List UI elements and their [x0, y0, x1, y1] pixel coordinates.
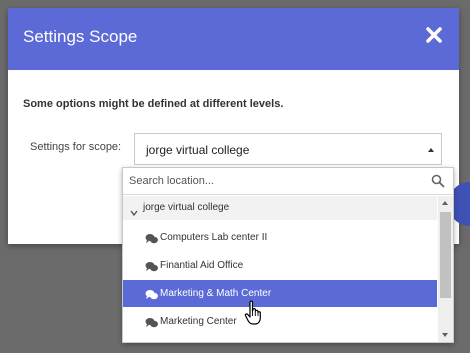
- chat-bubbles-icon: [145, 316, 159, 328]
- info-text: Some options might be defined at differe…: [23, 98, 284, 110]
- scroll-up-icon[interactable]: [442, 201, 448, 205]
- search-box: [123, 168, 453, 195]
- tree-item-marketing-math[interactable]: Marketing & Math Center: [123, 280, 437, 307]
- tree-item-financial-aid[interactable]: Finantial Aid Office: [123, 252, 437, 279]
- scope-select[interactable]: jorge virtual college: [134, 133, 442, 165]
- dropdown-scrollbar[interactable]: [438, 196, 453, 342]
- scroll-thumb[interactable]: [440, 212, 451, 298]
- tree-item-jorge-virtual-college[interactable]: jorge virtual college: [123, 196, 437, 220]
- tree-item-label: Computers Lab center II: [160, 232, 268, 243]
- search-icon[interactable]: [431, 174, 445, 188]
- tree-item-marketing-center[interactable]: Marketing Center: [123, 308, 437, 335]
- chat-bubbles-icon: [145, 260, 159, 272]
- scroll-down-icon[interactable]: [442, 333, 448, 337]
- tree-parent-label: jorge virtual college: [143, 202, 230, 213]
- modal-header: Settings Scope: [8, 8, 459, 70]
- caret-up-icon: [428, 148, 434, 152]
- tree-item-computers-lab[interactable]: Computers Lab center II: [123, 224, 437, 251]
- chat-bubbles-icon: [145, 288, 159, 300]
- caret-down-icon[interactable]: [130, 204, 138, 217]
- scope-select-value: jorge virtual college: [146, 143, 250, 157]
- location-dropdown: jorge virtual college Computers Lab cent…: [122, 167, 454, 343]
- modal-title: Settings Scope: [23, 27, 138, 46]
- scope-label: Settings for scope:: [30, 141, 122, 153]
- chat-bubbles-icon: [145, 232, 159, 244]
- close-icon[interactable]: [423, 24, 445, 46]
- tree-item-label: Finantial Aid Office: [160, 260, 244, 271]
- search-location-input[interactable]: [129, 172, 424, 190]
- tree-item-label: Marketing & Math Center: [160, 288, 272, 299]
- tree-item-label: Marketing Center: [160, 316, 237, 327]
